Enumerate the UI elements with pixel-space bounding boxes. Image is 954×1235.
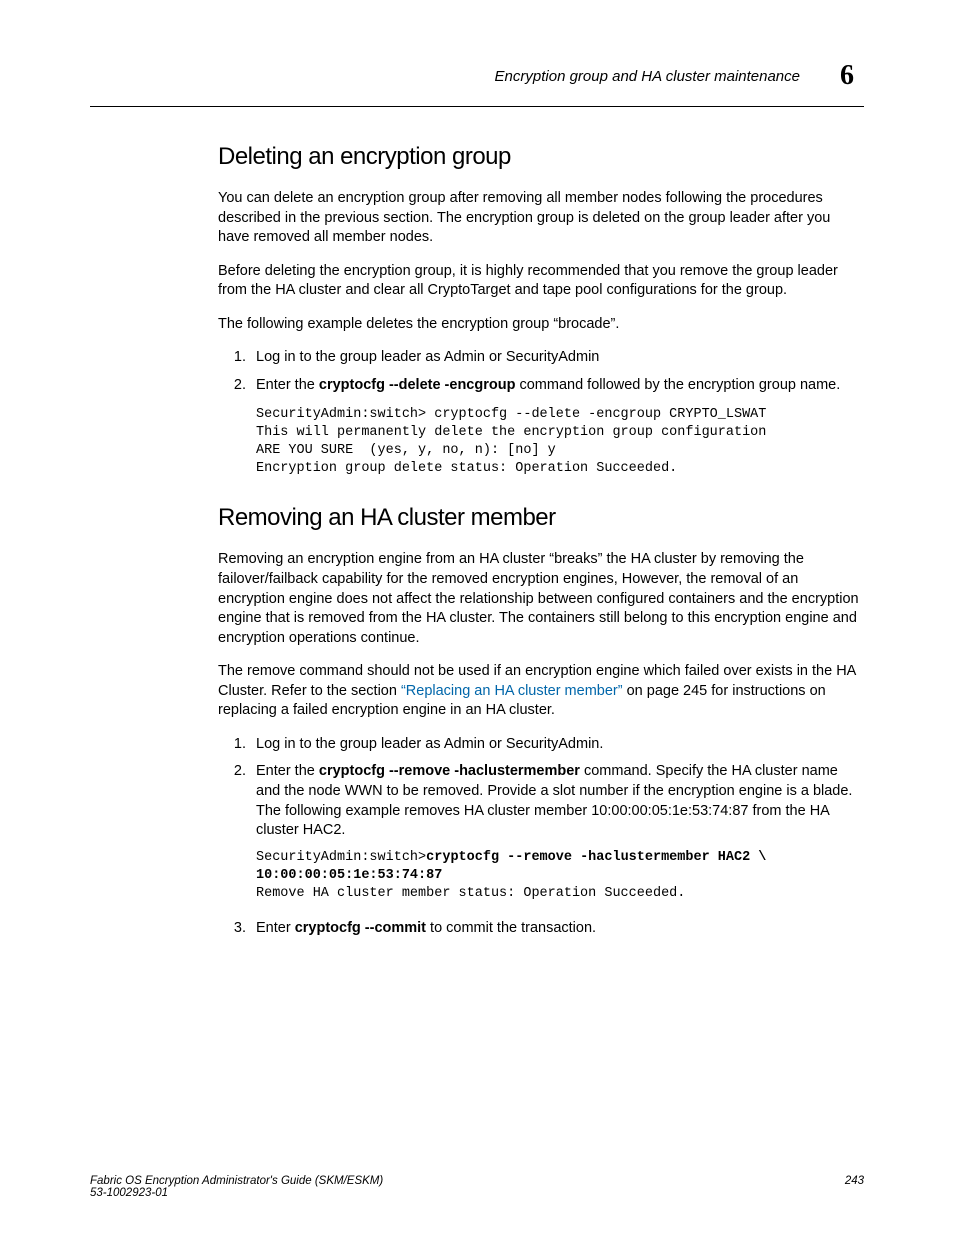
section1-paragraph-3: The following example deletes the encryp… <box>218 315 864 335</box>
s2-step2-command: cryptocfg --remove -haclustermember <box>319 763 580 779</box>
footer-page-number: 243 <box>845 1175 864 1199</box>
s2-step2-pre: Enter the <box>256 763 319 779</box>
header-section-title: Encryption group and HA cluster maintena… <box>495 68 800 85</box>
section1-steps: Log in to the group leader as Admin or S… <box>218 348 864 395</box>
s2-step3-command: cryptocfg --commit <box>295 920 426 936</box>
section2-step-3: Enter cryptocfg --commit to commit the t… <box>250 919 864 939</box>
section1-paragraph-1: You can delete an encryption group after… <box>218 189 864 248</box>
page-header: Encryption group and HA cluster maintena… <box>90 60 864 92</box>
section2-step-2: Enter the cryptocfg --remove -haclusterm… <box>250 762 864 903</box>
footer-left: Fabric OS Encryption Administrator's Gui… <box>90 1175 383 1199</box>
section1-heading: Deleting an encryption group <box>218 143 864 171</box>
step2-command: cryptocfg --delete -encgroup <box>319 377 516 393</box>
section2-paragraph-2: The remove command should not be used if… <box>218 662 864 721</box>
section2-paragraph-1: Removing an encryption engine from an HA… <box>218 550 864 648</box>
code-prompt: SecurityAdmin:switch> <box>256 850 426 865</box>
footer-doc-number: 53-1002923-01 <box>90 1187 168 1199</box>
page-footer: Fabric OS Encryption Administrator's Gui… <box>90 1175 864 1199</box>
section2-code-block: SecurityAdmin:switch>cryptocfg --remove … <box>256 849 864 904</box>
section2-heading: Removing an HA cluster member <box>218 504 864 532</box>
cross-reference-link[interactable]: “Replacing an HA cluster member” <box>401 683 623 699</box>
step2-text-pre: Enter the <box>256 377 319 393</box>
code-output: Remove HA cluster member status: Operati… <box>256 886 685 901</box>
section1-paragraph-2: Before deleting the encryption group, it… <box>218 262 864 301</box>
s2-step3-post: to commit the transaction. <box>426 920 596 936</box>
section1-step-1: Log in to the group leader as Admin or S… <box>250 348 864 368</box>
section1-step-2: Enter the cryptocfg --delete -encgroup c… <box>250 376 864 396</box>
main-content: Deleting an encryption group You can del… <box>90 143 864 939</box>
header-divider <box>90 106 864 107</box>
chapter-number: 6 <box>840 60 854 92</box>
section2-step-1: Log in to the group leader as Admin or S… <box>250 735 864 755</box>
footer-doc-title: Fabric OS Encryption Administrator's Gui… <box>90 1175 383 1187</box>
section1-code-block: SecurityAdmin:switch> cryptocfg --delete… <box>256 406 864 479</box>
step2-text-post: command followed by the encryption group… <box>515 377 840 393</box>
section2-steps: Log in to the group leader as Admin or S… <box>218 735 864 939</box>
s2-step3-pre: Enter <box>256 920 295 936</box>
